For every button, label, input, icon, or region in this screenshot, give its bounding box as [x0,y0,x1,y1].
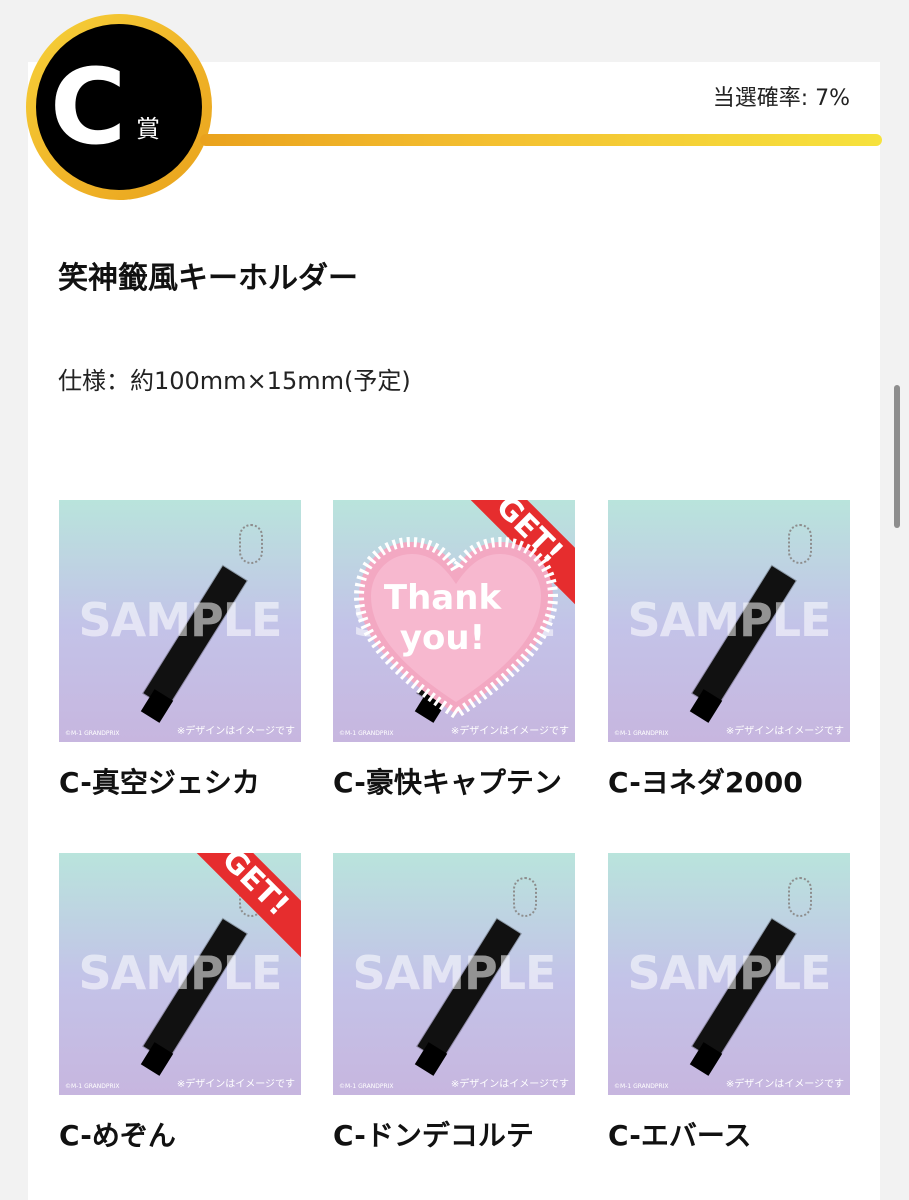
product-image[interactable]: SAMPLE ©M-1 GRANDPRIX ※デザインはイメージです [59,500,301,742]
copyright-text: ©M-1 GRANDPRIX [614,730,669,737]
sample-watermark: SAMPLE [78,593,283,647]
product-name[interactable]: C-めぞん [59,1119,303,1153]
copyright-text: ©M-1 GRANDPRIX [339,1083,394,1090]
keychain-chain [788,877,812,917]
copyright-text: ©M-1 GRANDPRIX [339,730,394,737]
product-name[interactable]: C-豪快キャプテン [333,766,577,800]
product-name[interactable]: C-エバース [608,1119,852,1153]
product-card-captain[interactable]: SAMPLE ©M-1 GRANDPRIX ※デザインはイメージです GET! … [333,500,577,800]
keychain-chain [788,524,812,564]
product-image[interactable]: SAMPLE ©M-1 GRANDPRIX ※デザインはイメージです GET! … [333,500,575,742]
design-note: ※デザインはイメージです [176,1079,295,1090]
product-card-yoneda[interactable]: SAMPLE ©M-1 GRANDPRIX ※デザインはイメージです C-ヨネダ… [608,500,852,800]
product-card-mezon[interactable]: SAMPLE ©M-1 GRANDPRIX ※デザインはイメージです GET! … [59,853,303,1153]
copyright-text: ©M-1 GRANDPRIX [65,730,120,737]
prize-title: 笑神籤風キーホルダー [58,261,358,296]
product-image[interactable]: SAMPLE ©M-1 GRANDPRIX ※デザインはイメージです [333,853,575,1095]
product-image[interactable]: SAMPLE ©M-1 GRANDPRIX ※デザインはイメージです [608,853,850,1095]
sample-watermark: SAMPLE [352,946,557,1000]
product-card-dondecolte[interactable]: SAMPLE ©M-1 GRANDPRIX ※デザインはイメージです C-ドンデ… [333,853,577,1153]
copyright-text: ©M-1 GRANDPRIX [65,1083,120,1090]
prize-suffix: 賞 [136,115,160,143]
product-name[interactable]: C-ヨネダ2000 [608,766,852,800]
sample-watermark: SAMPLE [78,946,283,1000]
product-name[interactable]: C-真空ジェシカ [59,766,303,800]
product-card-evers[interactable]: SAMPLE ©M-1 GRANDPRIX ※デザインはイメージです C-エバー… [608,853,852,1153]
product-card-jessica[interactable]: SAMPLE ©M-1 GRANDPRIX ※デザインはイメージです C-真空ジ… [59,500,303,800]
thank-you-text: Thank you! [383,578,502,658]
product-image[interactable]: SAMPLE ©M-1 GRANDPRIX ※デザインはイメージです GET! [59,853,301,1095]
prize-spec: 仕様：約100mm×15mm(予定) [58,367,411,395]
prize-letter: C [50,46,127,168]
sample-watermark: SAMPLE [627,593,832,647]
scrollbar[interactable] [894,385,900,528]
design-note: ※デザインはイメージです [725,726,844,737]
keychain-chain [239,524,263,564]
design-note: ※デザインはイメージです [176,726,295,737]
design-note: ※デザインはイメージです [450,1079,569,1090]
sample-watermark: SAMPLE [627,946,832,1000]
product-image[interactable]: SAMPLE ©M-1 GRANDPRIX ※デザインはイメージです [608,500,850,742]
win-probability: 当選確率: 7% [712,86,850,111]
product-name[interactable]: C-ドンデコルテ [333,1119,577,1153]
keychain-chain [513,877,537,917]
gold-divider [200,134,882,146]
copyright-text: ©M-1 GRANDPRIX [614,1083,669,1090]
design-note: ※デザインはイメージです [725,1079,844,1090]
design-note: ※デザインはイメージです [450,726,569,737]
